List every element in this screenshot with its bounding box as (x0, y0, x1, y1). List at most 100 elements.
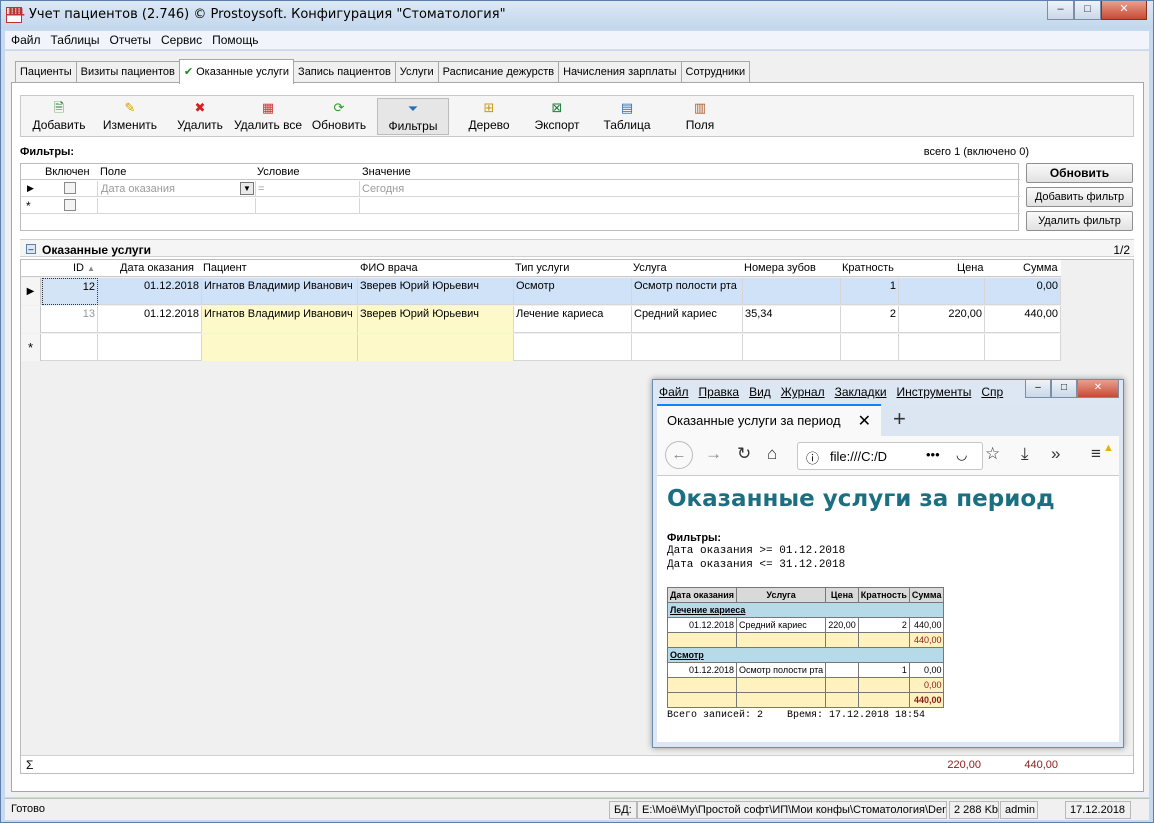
browser-menu-view[interactable]: Вид (743, 382, 775, 399)
cell-qty[interactable]: 2 (841, 306, 899, 333)
tab-visits[interactable]: Визиты пациентов (75, 61, 180, 83)
browser-menu-history[interactable]: Журнал (775, 382, 829, 399)
col-price[interactable]: Цена (957, 262, 983, 274)
cell-id[interactable]: 12 (42, 278, 98, 305)
col-service-type[interactable]: Тип услуги (515, 262, 569, 274)
fields-icon: ▥ (693, 100, 707, 115)
maximize-button[interactable]: □ (1074, 1, 1101, 20)
browser-menu-tools[interactable]: Инструменты (891, 382, 976, 399)
page-actions-icon[interactable]: ••• (926, 447, 940, 462)
browser-maximize-button[interactable]: □ (1051, 380, 1077, 398)
browser-menu-edit[interactable]: Правка (693, 382, 744, 399)
table-row[interactable]: 13 01.12.2018 Игнатов Владимир Иванович … (21, 306, 1061, 333)
new-enabled-checkbox[interactable] (64, 199, 76, 211)
col-patient[interactable]: Пациент (203, 262, 247, 274)
tab-services-rendered[interactable]: ✔ Оказанные услуги (178, 59, 295, 84)
table-button[interactable]: ▤ Таблица (599, 98, 655, 135)
filter-condition-value[interactable]: = (258, 183, 264, 195)
tab-salary[interactable]: Начисления зарплаты (558, 61, 682, 83)
cell-doctor[interactable]: Зверев Юрий Юрьевич (358, 306, 514, 333)
minimize-button[interactable]: – (1047, 1, 1074, 20)
cell-date[interactable]: 01.12.2018 (98, 278, 202, 305)
info-icon[interactable]: ⓘ (806, 448, 819, 467)
back-icon[interactable]: ← (665, 441, 693, 469)
col-service[interactable]: Услуга (633, 262, 667, 274)
cell-type[interactable]: Осмотр (514, 278, 632, 305)
col-qty[interactable]: Кратность (842, 262, 894, 274)
cell-qty[interactable]: 1 (841, 278, 899, 305)
overflow-icon[interactable]: » (1051, 444, 1060, 464)
enabled-checkbox[interactable] (64, 182, 76, 194)
cell-patient[interactable]: Игнатов Владимир Иванович (202, 306, 358, 333)
cell-sum[interactable]: 0,00 (985, 278, 1061, 305)
cell-service[interactable]: Средний кариес (632, 306, 743, 333)
browser-close-button[interactable]: ✕ (1077, 380, 1119, 398)
field-dropdown-icon[interactable]: ▼ (240, 182, 254, 195)
app-tooth-icon: ᚙ (6, 7, 25, 23)
menu-service[interactable]: Сервис (155, 31, 206, 47)
browser-menu-help[interactable]: Спр (975, 382, 1007, 399)
col-sum[interactable]: Сумма (1023, 262, 1058, 274)
url-text[interactable]: file:///C:/D (830, 449, 887, 464)
filter-new-row[interactable]: * (21, 198, 1020, 214)
cell-type[interactable]: Лечение кариеса (514, 306, 632, 333)
col-teeth[interactable]: Номера зубов (744, 262, 816, 274)
menu-file[interactable]: Файл (5, 31, 45, 47)
remove-filter-button[interactable]: Удалить фильтр (1026, 211, 1133, 231)
tab-patients[interactable]: Пациенты (15, 61, 77, 83)
browser-menu-file[interactable]: Файл (653, 382, 693, 399)
cell-id[interactable]: 13 (42, 306, 98, 333)
url-bar[interactable]: ⓘ file:///C:/D ••• ◡ (797, 442, 983, 470)
col-id[interactable]: ID ▲ (73, 262, 95, 274)
browser-tab[interactable]: Оказанные услуги за период ✕ (657, 404, 881, 436)
new-row[interactable]: * (21, 334, 1061, 361)
export-button[interactable]: ⊠ Экспорт (531, 98, 583, 135)
home-icon[interactable]: ⌂ (767, 444, 777, 464)
forward-icon[interactable]: → (705, 444, 722, 464)
apply-filters-button[interactable]: Обновить (1026, 163, 1133, 183)
cell-price[interactable] (899, 278, 985, 305)
cell-sum[interactable]: 440,00 (985, 306, 1061, 333)
tab-services[interactable]: Услуги (394, 61, 439, 83)
menu-reports[interactable]: Отчеты (104, 31, 155, 47)
delete-button[interactable]: ✖ Удалить (171, 98, 229, 135)
bookmark-star-icon[interactable]: ☆ (985, 444, 1000, 464)
menu-help[interactable]: Помощь (206, 31, 262, 47)
browser-minimize-button[interactable]: – (1025, 380, 1051, 398)
tab-duty-schedule[interactable]: Расписание дежурств (437, 61, 560, 83)
col-date[interactable]: Дата оказания (120, 262, 194, 274)
title-bar[interactable]: ᚙ Учет пациентов (2.746) © Prostoysoft. … (1, 1, 1153, 29)
edit-button[interactable]: ✎ Изменить (97, 98, 163, 135)
filters-button[interactable]: ⏷ Фильтры (377, 98, 449, 135)
col-doctor[interactable]: ФИО врача (360, 262, 418, 274)
table-row[interactable]: ▶ 12 01.12.2018 Игнатов Владимир Иванови… (21, 278, 1061, 305)
menu-tables[interactable]: Таблицы (45, 31, 104, 47)
cell-date[interactable]: 01.12.2018 (98, 306, 202, 333)
tree-button[interactable]: ⊞ Дерево (461, 98, 517, 135)
new-tab-icon[interactable]: + (893, 406, 906, 432)
pocket-icon[interactable]: ◡ (956, 447, 967, 463)
cell-service[interactable]: Осмотр полости рта (632, 278, 743, 305)
collapse-icon[interactable]: – (26, 244, 36, 254)
tab-employees[interactable]: Сотрудники (680, 61, 751, 83)
browser-menu-bookmarks[interactable]: Закладки (829, 382, 891, 399)
refresh-button[interactable]: ⟳ Обновить (309, 98, 369, 135)
fields-button[interactable]: ▥ Поля (677, 98, 723, 135)
close-button[interactable]: ✕ (1101, 1, 1147, 20)
cell-patient[interactable]: Игнатов Владимир Иванович (202, 278, 358, 305)
close-tab-icon[interactable]: ✕ (858, 411, 871, 431)
hamburger-menu-icon[interactable]: ≡ (1091, 444, 1101, 464)
delete-all-button[interactable]: ▦ Удалить все (233, 98, 303, 135)
cell-teeth[interactable]: 35,34 (743, 306, 841, 333)
download-icon[interactable]: ⤓ (1021, 444, 1029, 464)
filter-row[interactable]: ▶ Дата оказания ▼ = Сегодня (21, 181, 1020, 197)
reload-icon[interactable]: ↻ (737, 444, 751, 464)
filter-field-value[interactable]: Дата оказания (101, 183, 175, 195)
add-button[interactable]: 🗎 Добавить (27, 98, 91, 135)
add-filter-button[interactable]: Добавить фильтр (1026, 187, 1133, 207)
filter-value[interactable]: Сегодня (362, 183, 404, 195)
cell-teeth[interactable] (743, 278, 841, 305)
cell-price[interactable]: 220,00 (899, 306, 985, 333)
cell-doctor[interactable]: Зверев Юрий Юрьевич (358, 278, 514, 305)
tab-appointments[interactable]: Запись пациентов (293, 61, 396, 83)
